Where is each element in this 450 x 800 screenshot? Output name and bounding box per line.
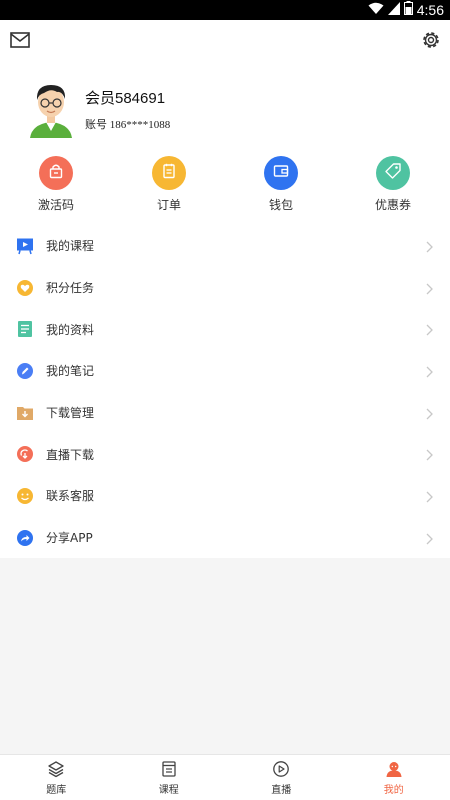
book-icon [160, 760, 178, 778]
account-number: 账号 186****1088 [85, 118, 171, 131]
live-download-icon [16, 445, 34, 463]
quick-actions: 激活码 订单 钱包 优惠券 [0, 156, 450, 216]
profile-header[interactable]: 会员584691 账号 186****1088 [26, 82, 170, 138]
menu-item-live-download[interactable]: 直播下载 [0, 433, 450, 475]
pencil-icon [16, 362, 34, 380]
share-icon [16, 529, 34, 547]
smiley-icon [16, 487, 34, 505]
lock-bag-icon [48, 163, 64, 183]
menu-item-download-manager[interactable]: 下载管理 [0, 392, 450, 434]
chevron-right-icon [424, 281, 434, 295]
person-icon [385, 760, 403, 778]
course-board-icon [16, 237, 34, 255]
wifi-icon [368, 2, 384, 19]
heart-badge-icon [16, 279, 34, 297]
tab-live[interactable]: 直播 [225, 755, 338, 800]
gear-icon[interactable] [419, 28, 443, 52]
status-time: 4:56 [416, 2, 444, 18]
status-bar: 4:56 [0, 0, 450, 20]
username: 会员584691 [85, 89, 166, 107]
avatar[interactable] [26, 82, 76, 138]
quick-coupons[interactable]: 优惠券 [353, 156, 433, 213]
tab-courses[interactable]: 课程 [113, 755, 226, 800]
wallet-icon [273, 163, 289, 183]
chevron-right-icon [424, 239, 434, 253]
quick-activation-code[interactable]: 激活码 [16, 156, 96, 213]
chevron-right-icon [424, 322, 434, 336]
signal-icon [387, 1, 400, 19]
clipboard-icon [161, 163, 177, 183]
bottom-tab-bar: 题库 课程 直播 我的 [0, 754, 450, 800]
menu-item-my-notes[interactable]: 我的笔记 [0, 350, 450, 392]
tag-icon [384, 162, 402, 184]
chevron-right-icon [424, 364, 434, 378]
tab-mine[interactable]: 我的 [338, 755, 450, 800]
battery-icon [403, 1, 413, 19]
chevron-right-icon [424, 531, 434, 545]
profile-panel: 会员584691 账号 186****1088 激活码 订单 钱包 优惠券 我的… [0, 20, 450, 558]
play-circle-icon [272, 760, 290, 778]
menu-item-my-courses[interactable]: 我的课程 [0, 225, 450, 267]
tab-question-bank[interactable]: 题库 [0, 755, 113, 800]
quick-wallet[interactable]: 钱包 [241, 156, 321, 213]
mail-icon[interactable] [8, 28, 32, 52]
download-folder-icon [16, 404, 34, 422]
chevron-right-icon [424, 489, 434, 503]
chevron-right-icon [424, 447, 434, 461]
menu-item-customer-service[interactable]: 联系客服 [0, 475, 450, 517]
chevron-right-icon [424, 406, 434, 420]
layers-icon [47, 760, 65, 778]
menu-item-my-materials[interactable]: 我的资料 [0, 308, 450, 350]
menu-item-share-app[interactable]: 分享APP [0, 517, 450, 559]
quick-orders[interactable]: 订单 [129, 156, 209, 213]
menu-item-points-tasks[interactable]: 积分任务 [0, 267, 450, 309]
menu-list: 我的课程 积分任务 我的资料 我的笔记 下载管理 直播下载 联系客服 分享APP [0, 225, 450, 559]
document-list-icon [16, 320, 34, 338]
